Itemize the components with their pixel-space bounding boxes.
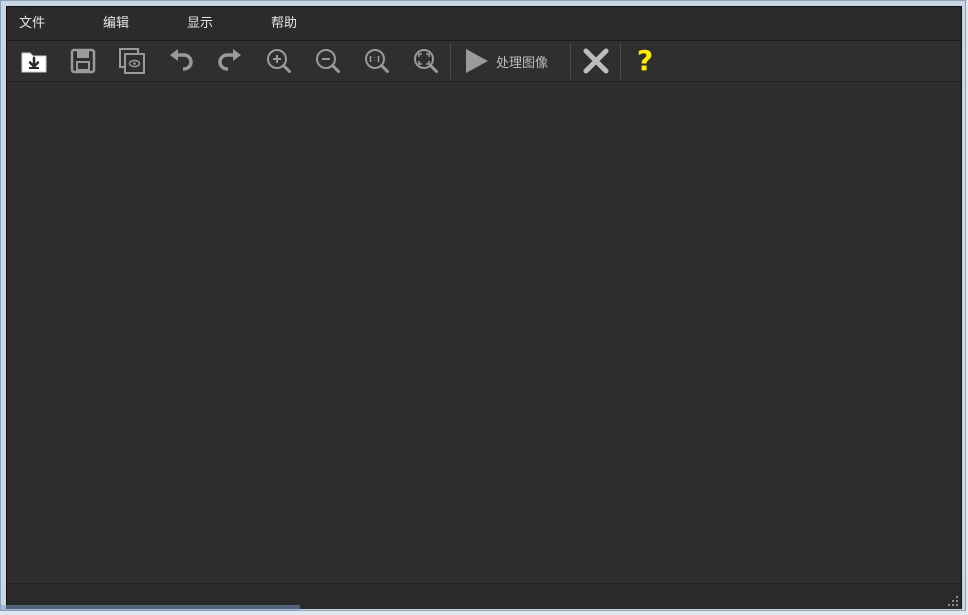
- zoom-fit-icon: [414, 49, 438, 73]
- zoom-actual-icon: [365, 49, 389, 73]
- zoom-fit-button[interactable]: [410, 45, 442, 77]
- preview-button[interactable]: [116, 45, 148, 77]
- menu-edit[interactable]: 编辑: [103, 15, 129, 33]
- close-icon: [583, 48, 609, 74]
- menu-view[interactable]: 显示: [187, 15, 213, 33]
- process-image-button[interactable]: 处理图像: [462, 45, 566, 77]
- menu-help[interactable]: 帮助: [271, 15, 297, 33]
- process-image-label: 处理图像: [496, 55, 549, 71]
- help-button[interactable]: ?: [629, 45, 661, 77]
- image-canvas[interactable]: [7, 82, 961, 583]
- zoom-in-button[interactable]: [263, 45, 295, 77]
- toolbar-separator: [620, 43, 621, 79]
- save-icon: [70, 48, 96, 74]
- toolbar-separator: [570, 43, 571, 79]
- app-frame: 文件 编辑 显示 帮助 处理图像 ?: [6, 6, 962, 609]
- open-button[interactable]: [18, 45, 50, 77]
- redo-icon: [218, 49, 241, 71]
- toolbar-separator: [450, 43, 451, 79]
- zoom-actual-button[interactable]: [361, 45, 393, 77]
- zoom-out-icon: [316, 49, 340, 73]
- zoom-out-button[interactable]: [312, 45, 344, 77]
- undo-button[interactable]: [165, 45, 197, 77]
- open-folder-icon: [21, 52, 47, 73]
- save-button[interactable]: [67, 45, 99, 77]
- resize-grip-icon[interactable]: [947, 595, 959, 607]
- zoom-in-icon: [267, 49, 291, 73]
- undo-icon: [170, 49, 193, 71]
- desktop-background: [0, 605, 300, 611]
- preview-icon: [119, 48, 145, 74]
- redo-button[interactable]: [214, 45, 246, 77]
- menu-bar: 文件 编辑 显示 帮助: [7, 7, 961, 41]
- close-button[interactable]: [580, 45, 612, 77]
- help-icon: ?: [636, 44, 654, 77]
- play-icon: [466, 49, 488, 73]
- toolbar: 处理图像 ?: [7, 41, 961, 82]
- app-window: 文件 编辑 显示 帮助 处理图像 ?: [0, 0, 966, 611]
- menu-file[interactable]: 文件: [19, 15, 45, 33]
